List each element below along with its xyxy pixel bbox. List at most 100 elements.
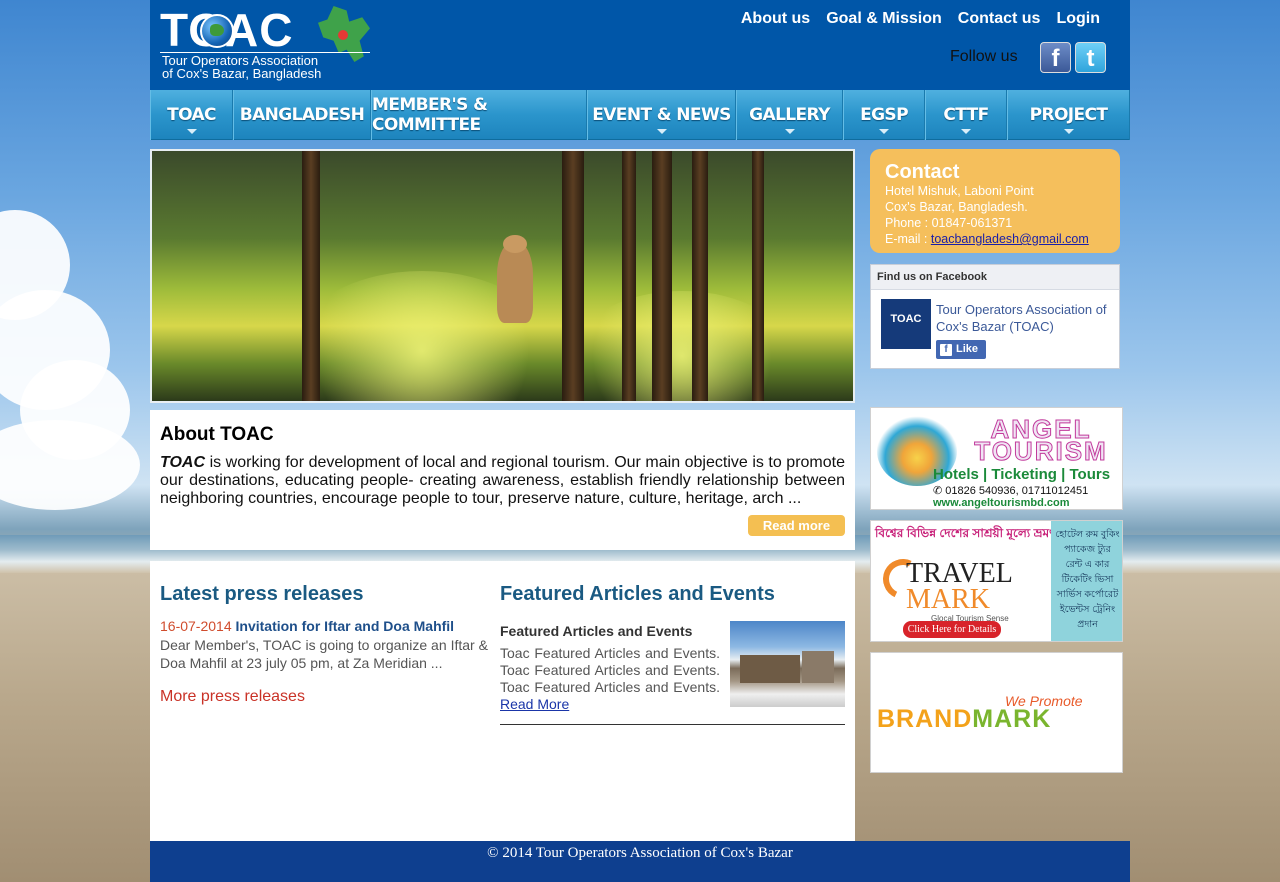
- featured-title: Featured Articles and Events: [500, 583, 775, 605]
- page-wrapper: TOAC Tour Operators Association of Cox's…: [150, 0, 1130, 882]
- ad-travel-mark[interactable]: বিশ্বের বিভিন্ন দেশের সাশ্রয়ী মূল্যে ভ্…: [870, 520, 1123, 642]
- caret-down-icon: [1063, 129, 1074, 134]
- ad-url: www.angeltourismbd.com: [933, 497, 1070, 509]
- tree-trunk: [752, 151, 764, 401]
- ad-brand-mark[interactable]: We Promote BRANDMARK: [870, 652, 1123, 773]
- top-link-about-us[interactable]: About us: [741, 10, 810, 28]
- facebook-page-avatar[interactable]: TOAC: [881, 299, 931, 349]
- nav-item-label: CTTF: [943, 105, 989, 125]
- press-item-header: 16-07-2014 Invitation for Iftar and Doa …: [160, 618, 488, 634]
- ad-title: ANGEL TOURISM: [974, 414, 1108, 466]
- deer-figure: [497, 235, 533, 323]
- tree-trunk: [562, 151, 584, 401]
- nav-item-cttf[interactable]: CTTF: [925, 90, 1007, 140]
- contact-title: Contact: [885, 161, 960, 183]
- ad-cta-button[interactable]: Click Here for Details: [903, 621, 1001, 638]
- about-lead: TOAC: [160, 454, 206, 471]
- thumbnail-building: [802, 651, 834, 683]
- ad-brand: BRANDMARK: [877, 705, 1051, 734]
- featured-item-text: Toac Featured Articles and Events. Toac …: [500, 645, 720, 695]
- contact-box: Contact Hotel Mishuk, Laboni Point Cox's…: [870, 149, 1120, 253]
- press-item-title[interactable]: Invitation for Iftar and Doa Mahfil: [236, 618, 455, 634]
- top-link-goal-mission[interactable]: Goal & Mission: [826, 10, 942, 28]
- contact-email-label: E-mail :: [885, 232, 931, 246]
- nav-item-toac[interactable]: TOAC: [150, 90, 233, 140]
- featured-item-desc: Toac Featured Articles and Events. Toac …: [500, 645, 720, 713]
- facebook-page-name[interactable]: Tour Operators Association of Cox's Baza…: [936, 301, 1116, 335]
- top-link-contact-us[interactable]: Contact us: [958, 10, 1041, 28]
- ad-brand-word: MARK: [906, 584, 991, 615]
- press-date: 16-07-2014: [160, 618, 232, 634]
- featured-thumbnail[interactable]: [730, 621, 845, 707]
- nav-item-label: TOAC: [167, 105, 216, 125]
- follow-us-label: Follow us: [950, 48, 1018, 65]
- contact-address: Hotel Mishuk, Laboni Point: [885, 184, 1034, 198]
- ad-phone: ✆ 01826 540936, 01711012451: [933, 485, 1089, 497]
- logo-subtitle: of Cox's Bazar, Bangladesh: [162, 66, 322, 81]
- read-more-button[interactable]: Read more: [748, 515, 845, 536]
- content-section: Latest press releases 16-07-2014 Invitat…: [150, 561, 855, 841]
- facebook-like-button[interactable]: f Like: [936, 340, 986, 359]
- about-text: TOAC is working for development of local…: [160, 454, 845, 508]
- about-section: About TOAC TOAC is working for developme…: [150, 410, 855, 550]
- twitter-icon[interactable]: t: [1075, 42, 1106, 73]
- nav-item-label: PROJECT: [1029, 105, 1108, 125]
- contact-email-link[interactable]: toacbangladesh@gmail.com: [931, 232, 1089, 246]
- nav-item-egsp[interactable]: EGSP: [843, 90, 925, 140]
- contact-email-row: E-mail : toacbangladesh@gmail.com: [885, 231, 1105, 247]
- nav-item-project[interactable]: PROJECT: [1007, 90, 1130, 140]
- nav-item-gallery[interactable]: GALLERY: [736, 90, 843, 140]
- ad-angel-tourism[interactable]: ANGEL TOURISM Hotels | Ticketing | Tours…: [870, 407, 1123, 510]
- caret-down-icon: [879, 129, 889, 134]
- about-body: is working for development of local and …: [160, 454, 845, 507]
- press-releases: Latest press releases 16-07-2014 Invitat…: [160, 583, 488, 706]
- ad-brand-word: BRAND: [877, 705, 973, 733]
- about-title: About TOAC: [160, 424, 274, 445]
- like-label: Like: [956, 343, 979, 355]
- facebook-widget-header: Find us on Facebook: [871, 265, 1119, 290]
- nav-item-event-news[interactable]: EVENT & NEWS: [587, 90, 736, 140]
- ad-services: Hotels | Ticketing | Tours: [933, 466, 1111, 483]
- tree-trunk: [302, 151, 320, 401]
- site-logo[interactable]: TOAC Tour Operators Association of Cox's…: [160, 4, 375, 82]
- press-title: Latest press releases: [160, 583, 364, 605]
- nav-item-label: MEMBER'S & COMMITTEE: [372, 95, 488, 135]
- ad-services-list: হোটেল রুম বুকিং প্যাকেজ ট্যুর রেন্ট এ কা…: [1051, 521, 1122, 641]
- nav-item-label: EGSP: [860, 105, 908, 125]
- featured-divider: [500, 724, 845, 725]
- top-navigation: About us Goal & Mission Contact us Login: [741, 10, 1100, 28]
- thumbnail-building: [740, 655, 800, 683]
- caret-down-icon: [961, 129, 971, 134]
- facebook-widget: Find us on Facebook TOAC Tour Operators …: [870, 264, 1120, 369]
- nav-item-label: EVENT & NEWS: [592, 105, 731, 125]
- contact-phone: Phone : 01847-061371: [885, 216, 1013, 230]
- hero-slider-image[interactable]: [150, 149, 855, 403]
- ad-brand-word: MARK: [972, 705, 1052, 733]
- tree-trunk: [622, 151, 636, 401]
- caret-down-icon: [656, 129, 667, 134]
- caret-down-icon: [186, 129, 197, 134]
- footer-copyright: © 2014 Tour Operators Association of Cox…: [487, 845, 793, 861]
- nav-item-label: GALLERY: [749, 105, 830, 125]
- site-header: TOAC Tour Operators Association of Cox's…: [150, 0, 1130, 90]
- map-marker-icon: [338, 30, 348, 40]
- facebook-icon: f: [940, 344, 952, 356]
- globe-icon: [200, 14, 234, 48]
- featured-articles: Featured Articles and Events Featured Ar…: [500, 583, 845, 725]
- nav-item-members-committee[interactable]: MEMBER'S & COMMITTEE: [371, 90, 587, 140]
- tree-trunk: [652, 151, 672, 401]
- tree-trunk: [692, 151, 708, 401]
- caret-down-icon: [784, 129, 795, 134]
- contact-address: Cox's Bazar, Bangladesh.: [885, 200, 1028, 214]
- featured-item-title[interactable]: Featured Articles and Events: [500, 623, 692, 639]
- main-navigation: TOAC BANGLADESH MEMBER'S & COMMITTEE EVE…: [150, 90, 1130, 140]
- site-footer: © 2014 Tour Operators Association of Cox…: [150, 841, 1130, 882]
- facebook-icon[interactable]: f: [1040, 42, 1071, 73]
- nav-item-label: BANGLADESH: [239, 105, 365, 125]
- press-item-desc: Dear Member's, TOAC is going to organize…: [160, 637, 488, 671]
- featured-read-more-link[interactable]: Read More: [500, 696, 569, 712]
- nav-item-bangladesh[interactable]: BANGLADESH: [233, 90, 371, 140]
- more-press-releases-link[interactable]: More press releases: [160, 688, 488, 706]
- ad-brand: TRAVEL MARK: [906, 560, 1013, 615]
- top-link-login[interactable]: Login: [1056, 10, 1100, 28]
